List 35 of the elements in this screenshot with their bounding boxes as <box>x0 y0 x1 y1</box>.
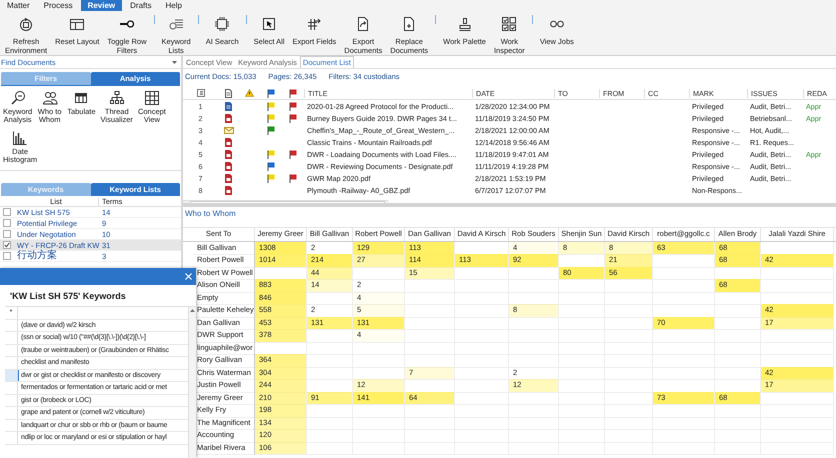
vertical-scrollbar[interactable] <box>188 307 196 458</box>
menu-tab[interactable]: Process <box>38 0 79 11</box>
tree-icon <box>108 90 125 106</box>
columns-icon <box>196 89 204 97</box>
menu-tab[interactable]: Help <box>160 0 188 11</box>
flag-icon <box>267 88 275 98</box>
checklist-icon <box>501 16 518 32</box>
checkbox[interactable] <box>3 241 11 249</box>
up-arrow-icon <box>190 309 195 312</box>
dropdown-icon <box>172 60 177 64</box>
magnifier-icon <box>10 90 26 106</box>
table-icon <box>73 90 90 106</box>
dialog-heading: 'KW List SH 575' Keywords <box>10 291 126 301</box>
checkbox[interactable] <box>3 208 11 216</box>
flag-icon <box>289 88 297 98</box>
checkbox[interactable] <box>3 230 11 238</box>
document-icon <box>225 88 232 98</box>
section-title: Who to Whom <box>184 208 236 220</box>
row-selector[interactable] <box>5 370 18 381</box>
layout-icon <box>69 16 86 32</box>
grid-icon <box>144 90 160 106</box>
chip-icon <box>214 16 230 32</box>
close-icon[interactable] <box>185 273 192 280</box>
stamp-icon <box>456 16 473 32</box>
menu-tab[interactable]: Matter <box>1 0 36 11</box>
checkbox[interactable] <box>3 252 11 260</box>
warning-icon <box>245 89 254 97</box>
checkbox[interactable] <box>3 219 11 227</box>
grid-arrow-icon <box>306 16 322 32</box>
menu-tab[interactable]: Drafts <box>124 0 158 11</box>
bar-chart-icon <box>12 130 28 146</box>
refresh-icon <box>18 16 34 32</box>
menu-tab[interactable]: Review <box>80 0 122 11</box>
cursor-icon <box>261 16 278 32</box>
people-icon <box>42 90 58 106</box>
